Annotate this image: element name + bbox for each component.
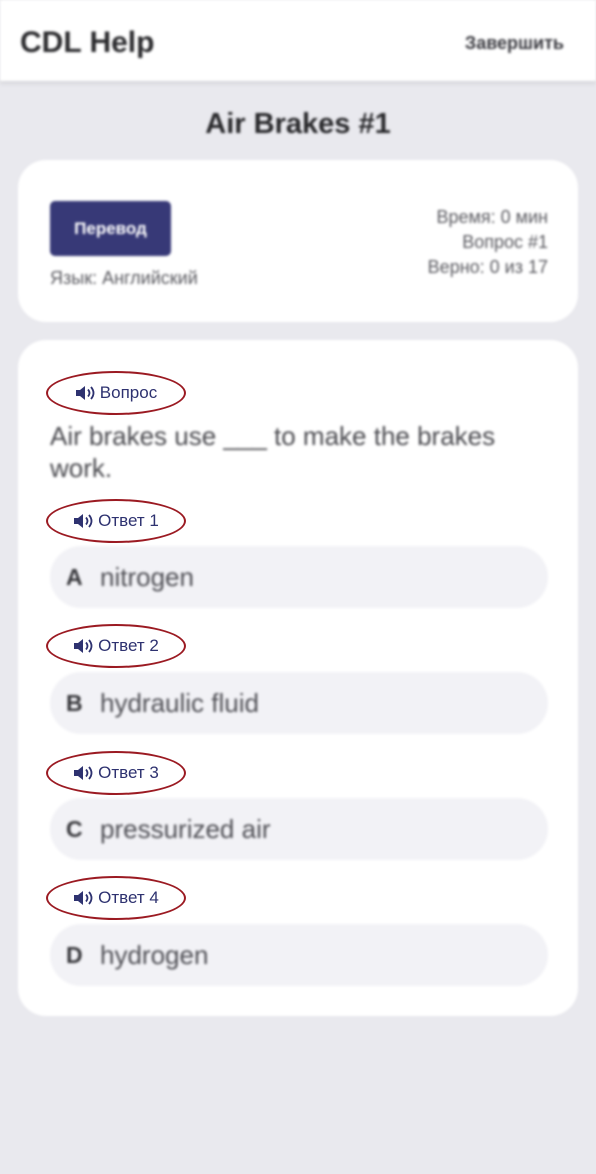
info-card: Перевод Язык: Английский Время: 0 мин Во…	[18, 160, 578, 322]
audio-label-text: Вопрос	[99, 383, 158, 402]
audio-label-text: Ответ 3	[98, 763, 159, 782]
answer-option-a[interactable]: A nitrogen	[50, 546, 548, 608]
answer-text: hydrogen	[100, 939, 209, 970]
answer-text: hydraulic fluid	[100, 687, 259, 718]
speaker-icon	[73, 638, 95, 654]
screen: CDL Help Завершить Air Brakes #1 Перевод…	[0, 0, 596, 1174]
app-title: CDL Help	[20, 26, 155, 59]
translate-button[interactable]: Перевод	[50, 201, 171, 256]
audio-label-text: Ответ 1	[98, 511, 159, 530]
language-label: Язык: Английский	[50, 268, 198, 288]
stats-block: Время: 0 мин Вопрос #1 Верно: 0 из 17	[428, 205, 548, 280]
answer-4-audio-button[interactable]: Ответ 4	[46, 876, 186, 920]
answer-letter: B	[66, 689, 83, 716]
answer-letter: A	[66, 563, 83, 590]
answer-3-audio-button[interactable]: Ответ 3	[46, 751, 186, 795]
answer-option-c[interactable]: C pressurized air	[50, 798, 548, 860]
navbar: CDL Help Завершить	[0, 0, 596, 82]
test-title: Air Brakes #1	[205, 108, 391, 140]
time-label: Время: 0 мин	[436, 207, 548, 227]
answer-letter: C	[66, 815, 83, 842]
correct-count-label: Верно: 0 из 17	[427, 257, 548, 277]
answer-2-audio-button[interactable]: Ответ 2	[46, 624, 186, 668]
answer-option-b[interactable]: B hydraulic fluid	[50, 672, 548, 734]
speaker-icon	[75, 385, 97, 401]
speaker-icon	[73, 890, 95, 906]
audio-label-text: Ответ 4	[98, 888, 159, 907]
speaker-icon	[73, 513, 95, 529]
answer-option-d[interactable]: D hydrogen	[50, 924, 548, 986]
answer-letter: D	[66, 941, 83, 968]
audio-label-text: Ответ 2	[98, 636, 159, 655]
question-number-label: Вопрос #1	[462, 232, 548, 252]
question-text: Air brakes use ___ to make the brakes wo…	[50, 421, 496, 483]
answer-1-audio-button[interactable]: Ответ 1	[46, 499, 186, 543]
speaker-icon	[73, 765, 95, 781]
answer-text: pressurized air	[100, 813, 271, 844]
finish-button[interactable]: Завершить	[465, 33, 564, 54]
answer-text: nitrogen	[100, 561, 194, 592]
question-audio-button[interactable]: Вопрос	[46, 371, 186, 415]
